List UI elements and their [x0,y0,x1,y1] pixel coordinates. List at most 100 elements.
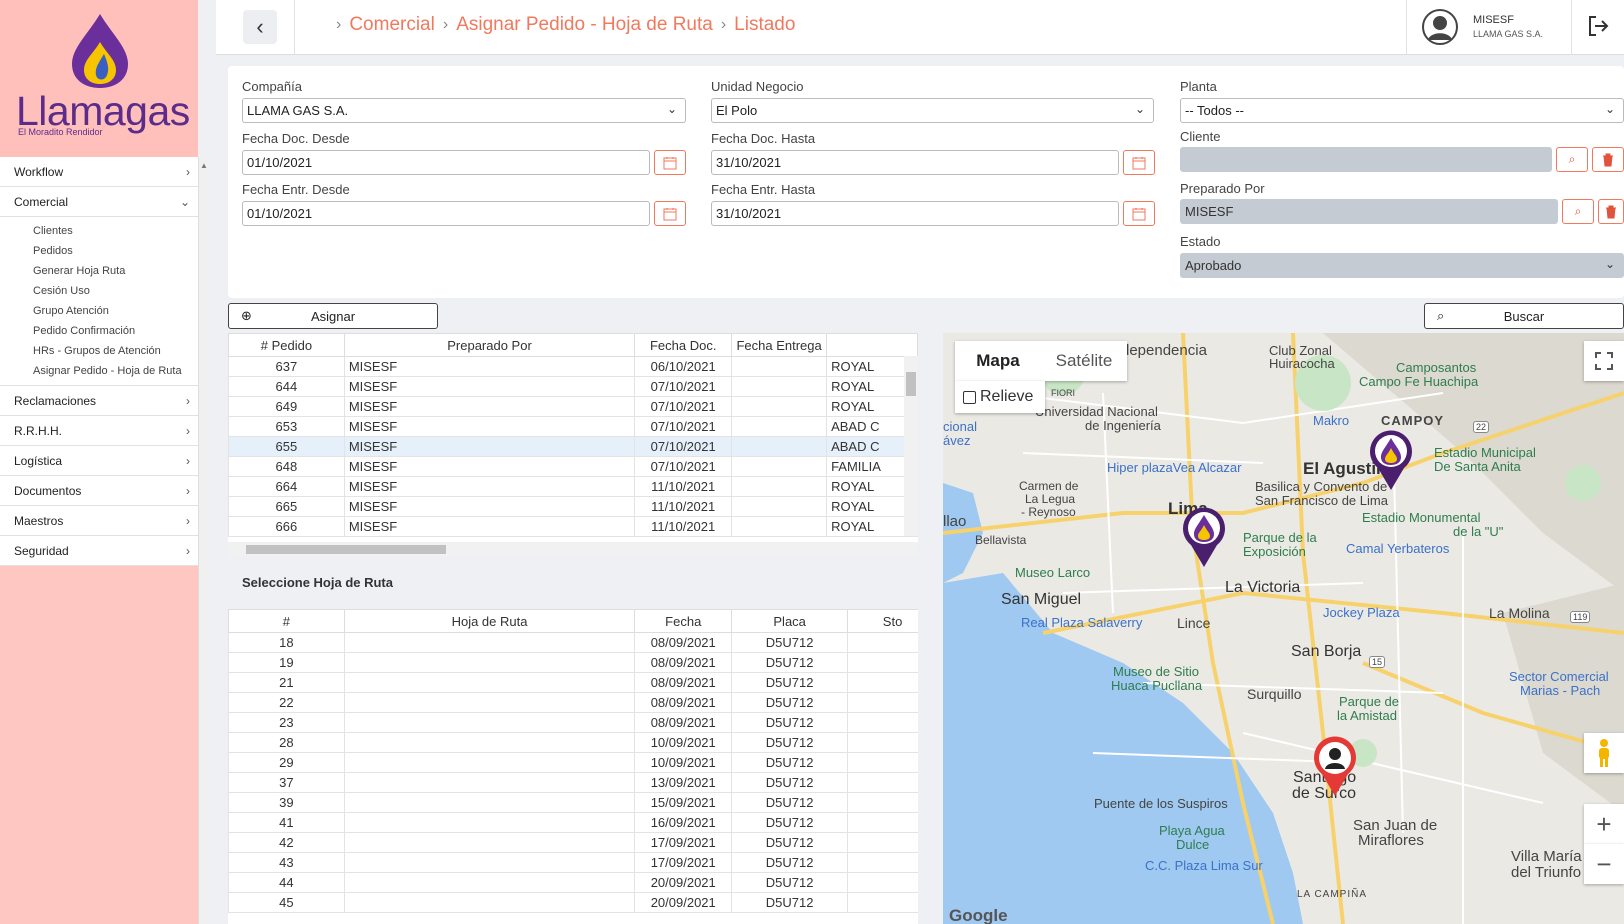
back-button[interactable]: ‹ [243,10,277,44]
table-row[interactable]: 22 08/09/2021 D5U712 [228,692,918,713]
calendar-icon[interactable] [1123,201,1155,226]
fdoc-hasta-input[interactable]: 31/10/2021 [711,150,1119,175]
fentr-desde-input[interactable]: 01/10/2021 [242,201,650,226]
sidebar-subitem-pedidos[interactable]: Pedidos [0,241,198,261]
sidebar-subitem-clientes[interactable]: Clientes [0,221,198,241]
scroll-thumb[interactable] [246,545,446,554]
table-row[interactable]: 648 MISESF 07/10/2021 FAMILIA [228,456,918,477]
planta-select[interactable]: -- Todos -- ⌄ [1180,98,1624,123]
map[interactable]: Club Zonal Huiracocha Camposantos Campo … [943,333,1624,924]
fentr-hasta-input[interactable]: 31/10/2021 [711,201,1119,226]
column-header[interactable]: Fecha Doc. [634,333,733,357]
table-row[interactable]: 37 13/09/2021 D5U712 [228,772,918,793]
calendar-icon[interactable] [1123,150,1155,175]
trash-icon[interactable] [1598,199,1624,224]
table-row[interactable]: 664 MISESF 11/10/2021 ROYAL [228,476,918,497]
table-row[interactable]: 41 16/09/2021 D5U712 [228,812,918,833]
calendar-icon[interactable] [654,150,686,175]
sidebar-item-seguridad[interactable]: Seguridad › [0,536,198,566]
column-header[interactable]: Fecha [634,609,733,633]
column-header[interactable]: # [228,609,345,633]
table-row[interactable]: 29 10/09/2021 D5U712 [228,752,918,773]
binoculars-search-icon[interactable]: ⌕ [1556,147,1588,172]
map-type-satelite-button[interactable]: Satélite [1041,341,1127,381]
calendar-icon[interactable] [654,201,686,226]
column-header[interactable]: Hoja de Ruta [343,609,636,633]
table-cell: 37 [228,772,345,793]
sidebar-item-logistica[interactable]: Logística › [0,446,198,476]
sidebar-item-workflow[interactable]: Workflow › [0,157,198,187]
sidebar-subitem-grupo-atencion[interactable]: Grupo Atención [0,301,198,321]
table-row[interactable]: 19 08/09/2021 D5U712 [228,652,918,673]
trash-icon[interactable] [1592,147,1624,172]
sidebar: Llamagas El Moradito Rendidor Workflow › … [0,0,198,924]
compania-select[interactable]: LLAMA GAS S.A. ⌄ [242,98,686,123]
vertical-scrollbar[interactable] [904,356,918,536]
table-row[interactable]: 43 17/09/2021 D5U712 [228,852,918,873]
sidebar-item-comercial[interactable]: Comercial ⌄ [0,187,198,217]
sidebar-subitem-cesion-uso[interactable]: Cesión Uso [0,281,198,301]
pegman-icon[interactable] [1584,733,1624,773]
sidebar-subitem-asignar-pedido[interactable]: Asignar Pedido - Hoja de Ruta [0,361,198,381]
sidebar-item-maestros[interactable]: Maestros › [0,506,198,536]
fdoc-desde-input[interactable]: 01/10/2021 [242,150,650,175]
buscar-button[interactable]: ⌕ Buscar [1424,303,1624,329]
table-row[interactable]: 21 08/09/2021 D5U712 [228,672,918,693]
table-row[interactable]: 653 MISESF 07/10/2021 ABAD C [228,416,918,437]
table-cell: D5U712 [731,652,848,673]
zoom-in-button[interactable]: + [1584,804,1624,844]
avatar[interactable] [1422,9,1458,45]
scroll-up-arrow-icon[interactable]: ▲ [200,161,208,170]
table-row[interactable]: 649 MISESF 07/10/2021 ROYAL [228,396,918,417]
table-row[interactable]: 637 MISESF 06/10/2021 ROYAL [228,356,918,377]
table-cell: 08/09/2021 [634,632,732,653]
fullscreen-icon[interactable] [1584,341,1624,381]
table-row[interactable]: 23 08/09/2021 D5U712 [228,712,918,733]
column-header[interactable]: Fecha Entrega [731,333,828,357]
column-header[interactable]: # Pedido [228,333,345,357]
estado-select[interactable]: Aprobado ⌄ [1180,253,1624,278]
sidebar-subitem-generar-hoja-ruta[interactable]: Generar Hoja Ruta [0,261,198,281]
cliente-input[interactable] [1180,147,1552,172]
map-marker-plant-icon[interactable] [1368,428,1414,492]
table-cell: 17/09/2021 [634,832,732,853]
map-marker-plant-icon[interactable] [1181,505,1227,569]
map-type-mapa-button[interactable]: Mapa [955,341,1041,381]
asignar-button[interactable]: ⊕ Asignar [228,303,438,329]
binoculars-search-icon[interactable]: ⌕ [1562,199,1594,224]
table-row[interactable]: 666 MISESF 11/10/2021 ROYAL [228,516,918,537]
column-header[interactable] [826,333,918,357]
breadcrumb-separator-icon: › [720,16,727,33]
logout-icon[interactable] [1586,14,1610,38]
sidebar-scrollbar[interactable]: ▲ [198,157,208,924]
table-row[interactable]: 45 20/09/2021 D5U712 [228,892,918,913]
table-row[interactable]: 644 MISESF 07/10/2021 ROYAL [228,376,918,397]
table-row[interactable]: 28 10/09/2021 D5U712 [228,732,918,753]
sidebar-subitem-hrs-grupos[interactable]: HRs - Grupos de Atención [0,341,198,361]
table-row[interactable]: 665 MISESF 11/10/2021 ROYAL [228,496,918,517]
relieve-checkbox[interactable]: Relieve [955,381,1045,413]
preparado-input[interactable]: MISESF [1180,199,1558,224]
column-header[interactable]: Placa [731,609,849,633]
table-row[interactable]: 39 15/09/2021 D5U712 [228,792,918,813]
horizontal-scrollbar[interactable] [228,542,918,557]
checkbox-icon[interactable] [963,390,976,404]
zoom-out-button[interactable]: − [1584,844,1624,884]
table-row[interactable]: 44 20/09/2021 D5U712 [228,872,918,893]
column-header[interactable]: Sto [847,609,918,633]
sidebar-item-reclamaciones[interactable]: Reclamaciones › [0,386,198,416]
table-cell: 06/10/2021 [634,356,732,377]
table-cell: D5U712 [731,672,848,693]
scroll-thumb[interactable] [906,372,916,396]
unidad-select[interactable]: El Polo ⌄ [711,98,1154,123]
sidebar-item-rrhh[interactable]: R.R.H.H. › [0,416,198,446]
map-marker-user-icon[interactable] [1312,736,1358,798]
breadcrumb-comercial[interactable]: Comercial [349,14,435,36]
table-row[interactable]: 18 08/09/2021 D5U712 [228,632,918,653]
table-row[interactable]: 655 MISESF 07/10/2021 ABAD C [228,436,918,457]
column-header[interactable]: Preparado Por [343,333,636,357]
sidebar-subitem-pedido-confirmacion[interactable]: Pedido Confirmación [0,321,198,341]
sidebar-item-documentos[interactable]: Documentos › [0,476,198,506]
table-row[interactable]: 42 17/09/2021 D5U712 [228,832,918,853]
breadcrumb-asignar-pedido[interactable]: Asignar Pedido - Hoja de Ruta [456,14,713,36]
